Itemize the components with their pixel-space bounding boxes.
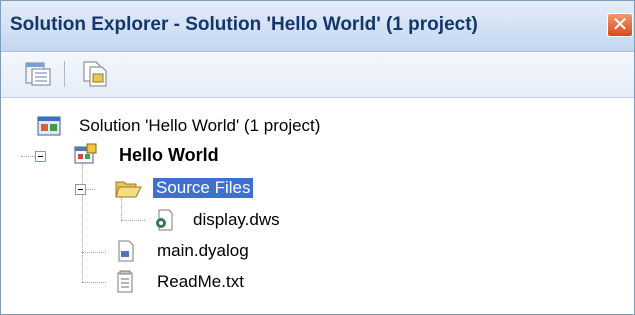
file-label: ReadMe.txt (157, 272, 244, 291)
folder-collapse-toggle[interactable] (75, 184, 86, 195)
tree-node-file[interactable]: main.dyalog (113, 239, 363, 265)
show-all-files-icon (83, 61, 107, 87)
dws-file-icon (156, 209, 173, 231)
properties-button[interactable] (23, 59, 53, 89)
title-bar: Solution Explorer - Solution 'Hello Worl… (1, 1, 634, 52)
file-label: display.dws (193, 210, 280, 229)
text-file-icon (117, 270, 133, 293)
tree-node-solution[interactable]: Solution 'Hello World' (1 project) (37, 114, 437, 140)
close-button[interactable]: ✕ (607, 12, 633, 37)
tree-connector (82, 282, 106, 284)
toolbar-separator (64, 61, 65, 87)
close-icon: ✕ (611, 12, 629, 36)
tree-node-file[interactable]: display.dws (151, 208, 401, 234)
tree-connector (21, 156, 35, 158)
file-label: main.dyalog (157, 241, 249, 260)
project-collapse-toggle[interactable] (35, 151, 46, 162)
tree-connector (82, 252, 106, 254)
tree-node-file[interactable]: ReadMe.txt (113, 270, 363, 296)
project-icon (74, 143, 97, 164)
solution-icon (37, 116, 61, 136)
folder-label: Source Files (153, 178, 254, 198)
solution-explorer-panel: Solution Explorer - Solution 'Hello Worl… (0, 0, 635, 315)
tree-node-source-files[interactable]: Source Files (114, 176, 414, 202)
tree-connector (121, 220, 145, 222)
toolbar (1, 52, 634, 98)
dyalog-file-icon (118, 240, 134, 262)
properties-icon (25, 62, 51, 86)
show-all-files-button[interactable] (79, 59, 109, 89)
panel-title: Solution Explorer - Solution 'Hello Worl… (10, 14, 478, 35)
solution-tree: Solution 'Hello World' (1 project) Hello… (1, 98, 634, 314)
project-label: Hello World (119, 145, 219, 165)
tree-connector (82, 162, 84, 282)
folder-open-icon (115, 181, 142, 198)
solution-label: Solution 'Hello World' (1 project) (79, 116, 321, 135)
tree-node-project[interactable]: Hello World (73, 143, 373, 169)
